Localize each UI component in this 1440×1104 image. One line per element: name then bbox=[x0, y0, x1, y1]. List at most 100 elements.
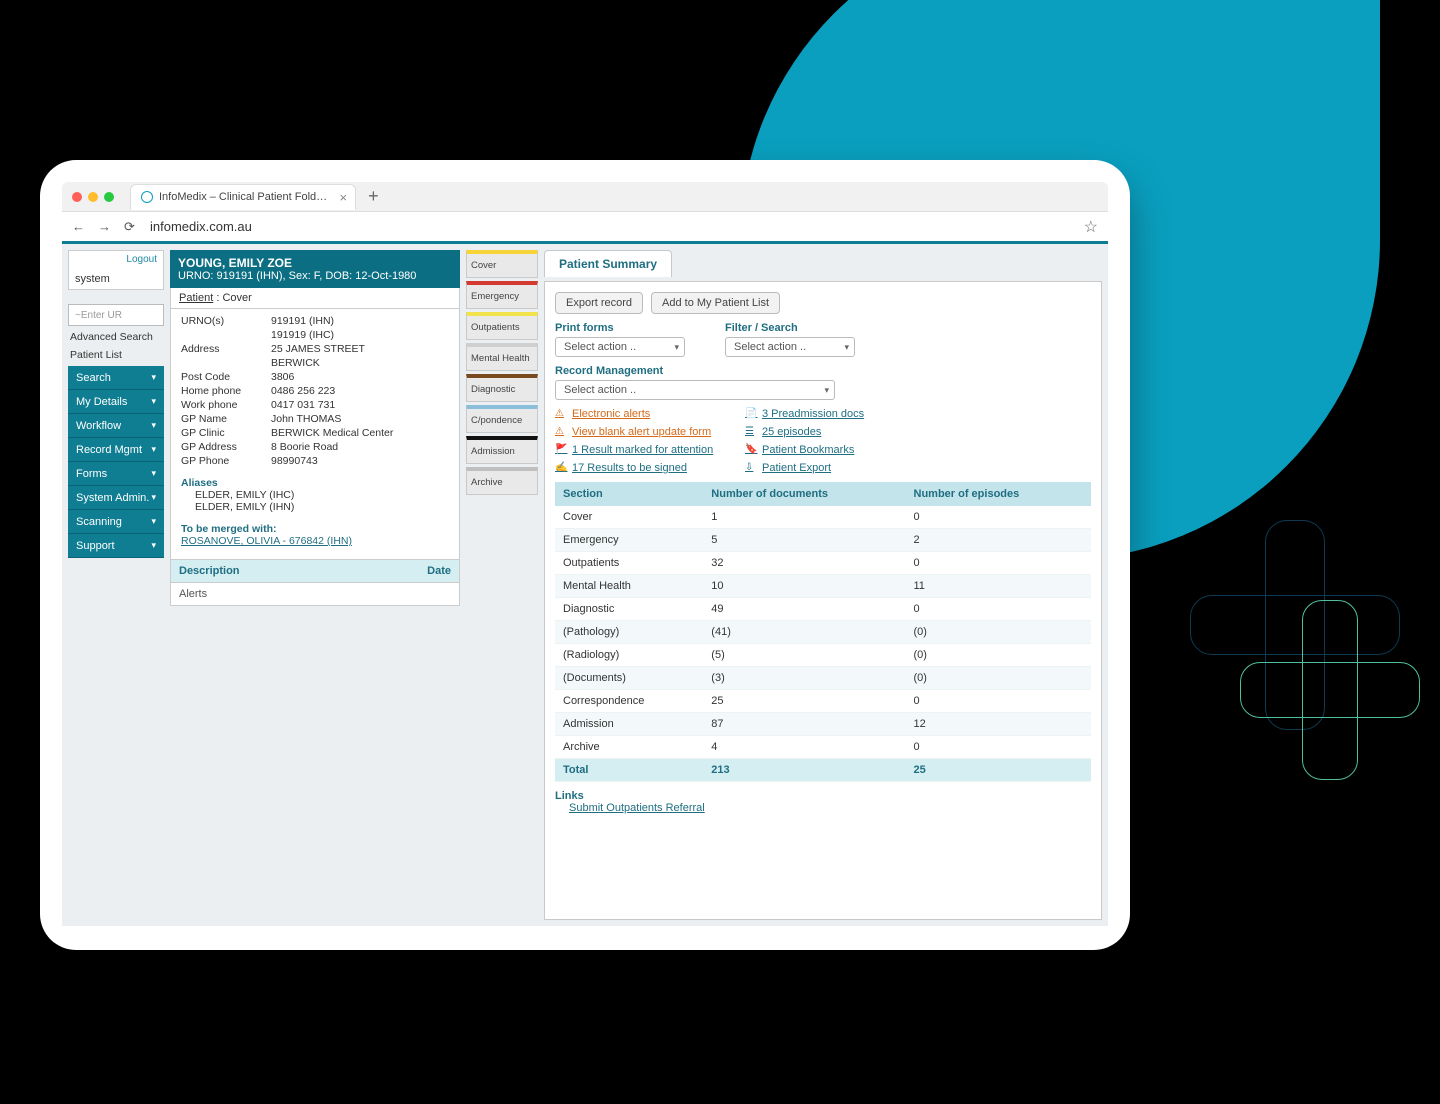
gpname-value: John THOMAS bbox=[271, 413, 449, 425]
table-row[interactable]: (Documents)(3)(0) bbox=[555, 667, 1091, 690]
forward-icon[interactable]: → bbox=[98, 219, 112, 234]
gpaddress-label: GP Address bbox=[181, 441, 271, 453]
window-controls bbox=[72, 192, 114, 202]
chevron-down-icon: ▾ bbox=[151, 396, 156, 407]
sidebar-menu-workflow[interactable]: Workflow▾ bbox=[68, 414, 164, 438]
alerts-label: Alerts bbox=[179, 588, 207, 600]
sidebar: Logout system ~Enter UR Advanced Search … bbox=[68, 250, 164, 920]
record-management-label: Record Management bbox=[555, 365, 1091, 377]
category-tab-cover[interactable]: Cover bbox=[466, 250, 538, 278]
description-label: Description bbox=[179, 565, 240, 577]
new-tab-button[interactable]: + bbox=[368, 186, 379, 207]
chevron-down-icon: ▾ bbox=[151, 540, 156, 551]
close-window-icon[interactable] bbox=[72, 192, 82, 202]
alert-icon: ⚠ bbox=[555, 408, 567, 420]
address-value-1: 25 JAMES STREET bbox=[271, 343, 449, 355]
th-docs: Number of documents bbox=[703, 482, 905, 506]
print-forms-select[interactable]: Select action .. bbox=[555, 337, 685, 357]
address-value-2: BERWICK bbox=[271, 357, 449, 369]
table-row[interactable]: Outpatients320 bbox=[555, 552, 1091, 575]
table-total-row: Total21325 bbox=[555, 759, 1091, 782]
table-row[interactable]: (Pathology)(41)(0) bbox=[555, 621, 1091, 644]
patient-name: YOUNG, EMILY ZOE bbox=[178, 256, 452, 270]
chevron-down-icon: ▾ bbox=[151, 468, 156, 479]
category-tab-mental-health[interactable]: Mental Health bbox=[466, 343, 538, 371]
blank-alert-form-link[interactable]: ⚠View blank alert update form bbox=[555, 426, 725, 438]
advanced-search-link[interactable]: Advanced Search bbox=[68, 330, 164, 344]
table-row[interactable]: Diagnostic490 bbox=[555, 598, 1091, 621]
sidebar-menu-system-admin-[interactable]: System Admin.▾ bbox=[68, 486, 164, 510]
breadcrumb-cover: Cover bbox=[222, 292, 251, 304]
patient-card: YOUNG, EMILY ZOE URNO: 919191 (IHN), Sex… bbox=[170, 250, 460, 920]
browser-tab[interactable]: InfoMedix – Clinical Patient Fold… × bbox=[130, 184, 356, 210]
record-management-select[interactable]: Select action .. bbox=[555, 380, 835, 400]
summary-tab-row: Patient Summary bbox=[544, 250, 1102, 277]
patient-banner: YOUNG, EMILY ZOE URNO: 919191 (IHN), Sex… bbox=[170, 250, 460, 288]
category-tab-c-pondence[interactable]: C/pondence bbox=[466, 405, 538, 433]
ur-input[interactable]: ~Enter UR bbox=[68, 304, 164, 326]
add-to-patient-list-button[interactable]: Add to My Patient List bbox=[651, 292, 780, 314]
chevron-down-icon: ▾ bbox=[151, 492, 156, 503]
table-row[interactable]: Admission8712 bbox=[555, 713, 1091, 736]
favicon-icon bbox=[141, 191, 153, 203]
breadcrumb-patient[interactable]: Patient bbox=[179, 292, 213, 304]
table-row[interactable]: Cover10 bbox=[555, 506, 1091, 529]
category-tab-outpatients[interactable]: Outpatients bbox=[466, 312, 538, 340]
episodes-link[interactable]: ☰25 episodes bbox=[745, 426, 925, 438]
submit-outpatients-referral-link[interactable]: Submit Outpatients Referral bbox=[569, 802, 705, 814]
sidebar-menu-my-details[interactable]: My Details▾ bbox=[68, 390, 164, 414]
filter-search-label: Filter / Search bbox=[725, 322, 855, 334]
category-tab-emergency[interactable]: Emergency bbox=[466, 281, 538, 309]
table-row[interactable]: Correspondence250 bbox=[555, 690, 1091, 713]
sidebar-menu-forms[interactable]: Forms▾ bbox=[68, 462, 164, 486]
patient-breadcrumb: Patient : Cover bbox=[170, 288, 460, 309]
chevron-down-icon: ▾ bbox=[151, 420, 156, 431]
table-row[interactable]: Emergency52 bbox=[555, 529, 1091, 552]
patient-summary-tab[interactable]: Patient Summary bbox=[544, 250, 672, 277]
workphone-label: Work phone bbox=[181, 399, 271, 411]
patient-bookmarks-link[interactable]: 🔖Patient Bookmarks bbox=[745, 444, 925, 456]
back-icon[interactable]: ← bbox=[72, 219, 86, 234]
category-tab-archive[interactable]: Archive bbox=[466, 467, 538, 495]
bookmark-icon: 🔖 bbox=[745, 444, 757, 456]
electronic-alerts-link[interactable]: ⚠Electronic alerts bbox=[555, 408, 725, 420]
category-tab-admission[interactable]: Admission bbox=[466, 436, 538, 464]
table-row[interactable]: Archive40 bbox=[555, 736, 1091, 759]
chevron-down-icon: ▾ bbox=[151, 372, 156, 383]
browser-tab-bar: InfoMedix – Clinical Patient Fold… × + bbox=[62, 182, 1108, 212]
preadmission-docs-link[interactable]: 📄3 Preadmission docs bbox=[745, 408, 925, 420]
reload-icon[interactable]: ⟳ bbox=[124, 219, 138, 235]
category-tab-diagnostic[interactable]: Diagnostic bbox=[466, 374, 538, 402]
sidebar-menu-scanning[interactable]: Scanning▾ bbox=[68, 510, 164, 534]
maximize-window-icon[interactable] bbox=[104, 192, 114, 202]
patient-export-link[interactable]: ⇩Patient Export bbox=[745, 462, 925, 474]
form-icon: ⚠ bbox=[555, 426, 567, 438]
url-text[interactable]: infomedix.com.au bbox=[150, 219, 1072, 234]
sidebar-user-box: Logout system bbox=[68, 250, 164, 290]
logout-link[interactable]: Logout bbox=[126, 254, 157, 265]
system-label: system bbox=[75, 273, 110, 285]
print-forms-label: Print forms bbox=[555, 322, 685, 334]
result-marked-link[interactable]: 🚩1 Result marked for attention bbox=[555, 444, 725, 456]
alerts-row[interactable]: Alerts bbox=[170, 583, 460, 606]
minimize-window-icon[interactable] bbox=[88, 192, 98, 202]
workphone-value: 0417 031 731 bbox=[271, 399, 449, 411]
results-to-sign-link[interactable]: ✍17 Results to be signed bbox=[555, 462, 725, 474]
table-row[interactable]: (Radiology)(5)(0) bbox=[555, 644, 1091, 667]
bookmark-star-icon[interactable]: ☆ bbox=[1084, 217, 1098, 237]
export-record-button[interactable]: Export record bbox=[555, 292, 643, 314]
patient-list-link[interactable]: Patient List bbox=[68, 348, 164, 362]
aliases-label: Aliases bbox=[181, 477, 449, 489]
sidebar-menu-record-mgmt[interactable]: Record Mgmt▾ bbox=[68, 438, 164, 462]
table-row[interactable]: Mental Health1011 bbox=[555, 575, 1091, 598]
date-label: Date bbox=[427, 565, 451, 577]
sidebar-menu-support[interactable]: Support▾ bbox=[68, 534, 164, 558]
main-panel: Patient Summary Export record Add to My … bbox=[544, 250, 1102, 920]
close-tab-icon[interactable]: × bbox=[340, 190, 348, 205]
links-section: Links Submit Outpatients Referral bbox=[555, 790, 1091, 814]
homephone-value: 0486 256 223 bbox=[271, 385, 449, 397]
list-icon: ☰ bbox=[745, 426, 757, 438]
merge-link[interactable]: ROSANOVE, OLIVIA - 676842 (IHN) bbox=[181, 535, 352, 547]
filter-search-select[interactable]: Select action .. bbox=[725, 337, 855, 357]
sidebar-menu-search[interactable]: Search▾ bbox=[68, 366, 164, 390]
